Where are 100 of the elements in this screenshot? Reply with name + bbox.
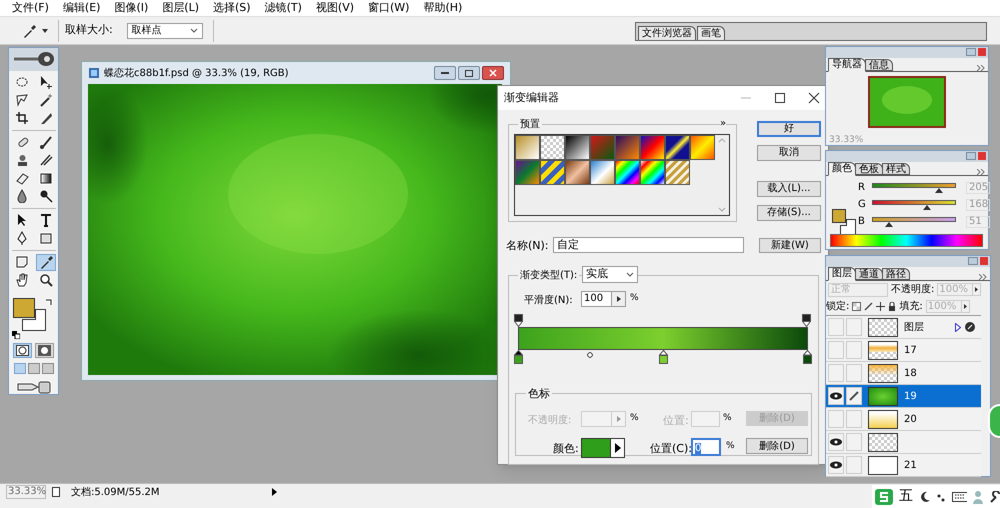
double-chevron-icon[interactable]: [979, 274, 987, 280]
stepper-button[interactable]: [960, 301, 969, 312]
gradient-preset-swatch[interactable]: [590, 160, 615, 185]
layer-row[interactable]: [826, 431, 981, 454]
slider-thumb[interactable]: [935, 188, 944, 193]
gradient-preset-swatch[interactable]: [640, 160, 665, 185]
standard-mode-icon[interactable]: [13, 342, 32, 358]
color-spectrum[interactable]: [830, 234, 983, 247]
menu-item[interactable]: 窗口(W): [368, 0, 410, 16]
channel-slider[interactable]: [872, 198, 956, 211]
palette-tab[interactable]: 画笔: [697, 26, 725, 40]
panel-tab[interactable]: 导航器: [828, 58, 866, 72]
double-chevron-icon[interactable]: [977, 169, 985, 175]
minimize-button[interactable]: [434, 66, 456, 80]
gradient-preview-bar[interactable]: [518, 327, 808, 350]
gradient-preset-swatch[interactable]: [590, 135, 615, 160]
stepper-button[interactable]: [972, 284, 980, 295]
link-toggle[interactable]: [846, 433, 862, 451]
link-toggle[interactable]: [846, 456, 862, 474]
dialog-button[interactable]: 存储(S)...: [757, 205, 821, 221]
layer-name[interactable]: 20: [904, 412, 917, 426]
gradient-preset-swatch[interactable]: [515, 135, 540, 160]
panel-tab[interactable]: 通道: [855, 268, 883, 280]
navigator-thumbnail[interactable]: [868, 76, 946, 128]
gradient-preset-swatch[interactable]: [665, 160, 690, 185]
layer-name[interactable]: 图层: [904, 320, 924, 334]
midpoint-diamond-icon[interactable]: [587, 352, 593, 358]
swap-icon[interactable]: [44, 296, 54, 306]
lock-icon[interactable]: [888, 302, 896, 311]
menu-item[interactable]: 滤镜(T): [264, 0, 302, 16]
default-colors-icon[interactable]: [12, 330, 20, 339]
gradient-preset-swatch[interactable]: [565, 135, 590, 160]
menu-item[interactable]: 帮助(H): [423, 0, 462, 16]
gradient-preset-swatch[interactable]: [615, 160, 640, 185]
layer-row[interactable]: 19: [826, 385, 981, 408]
opacity-field[interactable]: [581, 411, 626, 427]
panel-tab[interactable]: 信息: [865, 59, 893, 71]
close-button[interactable]: [482, 66, 504, 80]
eyedropper-icon[interactable]: [22, 22, 38, 38]
jump-to-icon[interactable]: [16, 378, 52, 394]
restore-button[interactable]: [458, 66, 480, 80]
slider-thumb[interactable]: [923, 205, 932, 210]
gradient-preset-swatch[interactable]: [565, 160, 590, 185]
visibility-toggle[interactable]: [828, 433, 844, 451]
color-swatch[interactable]: [582, 439, 610, 457]
input-method-logo-icon[interactable]: [874, 488, 893, 506]
moon-icon[interactable]: [919, 490, 930, 502]
layer-row[interactable]: 21: [826, 454, 981, 477]
link-toggle[interactable]: [846, 341, 862, 359]
menu-item[interactable]: 编辑(E): [62, 0, 100, 16]
gradient-preset-swatch[interactable]: [640, 135, 665, 160]
screen-mode-icon[interactable]: [28, 362, 40, 374]
opacity-stop[interactable]: [802, 314, 811, 327]
visibility-toggle[interactable]: [828, 318, 844, 336]
background-color-swatch[interactable]: [22, 308, 46, 331]
dialog-button[interactable]: 好: [757, 121, 821, 137]
menu-item[interactable]: 视图(V): [316, 0, 354, 16]
double-chevron-icon[interactable]: [977, 65, 985, 71]
slider-thumb[interactable]: [884, 222, 893, 227]
layer-name[interactable]: 17: [904, 342, 917, 358]
gradient-type-dropdown[interactable]: 实底: [582, 266, 638, 283]
layer-row[interactable]: 18: [826, 362, 981, 385]
wrench-icon[interactable]: [988, 490, 1000, 502]
foreground-color-swatch[interactable]: [832, 209, 846, 223]
panel-tab[interactable]: 路径: [882, 268, 910, 280]
color-stop[interactable]: [803, 350, 812, 364]
location-field[interactable]: [691, 411, 720, 427]
link-toggle[interactable]: [846, 410, 862, 428]
stepper-button[interactable]: [611, 292, 625, 306]
new-button[interactable]: 新建(W): [759, 238, 821, 253]
panel-tab[interactable]: 颜色: [828, 162, 856, 176]
play-icon[interactable]: [272, 488, 277, 496]
location-field[interactable]: 0: [691, 438, 721, 456]
gradient-preset-swatch[interactable]: [615, 135, 640, 160]
effects-icon[interactable]: [965, 322, 975, 332]
caret-icon[interactable]: [42, 28, 48, 32]
foreground-color-swatch[interactable]: [12, 298, 34, 318]
dialog-button[interactable]: 取消: [757, 145, 821, 161]
visibility-toggle[interactable]: [828, 456, 844, 474]
dialog-button[interactable]: 载入(L)...: [757, 181, 821, 197]
visibility-toggle[interactable]: [828, 410, 844, 428]
gradient-preset-swatch[interactable]: [665, 135, 690, 160]
eyedropper-icon[interactable]: [36, 254, 56, 271]
link-toggle[interactable]: [846, 364, 862, 382]
visibility-toggle[interactable]: [828, 387, 844, 405]
panel-tab[interactable]: 图层: [828, 267, 856, 281]
gradient-preset-swatch[interactable]: [515, 160, 540, 185]
gradient-preset-swatch[interactable]: [540, 135, 565, 160]
layer-row[interactable]: 20: [826, 408, 981, 431]
color-picker[interactable]: [581, 438, 625, 458]
name-field[interactable]: 自定: [553, 237, 744, 253]
color-stop[interactable]: [658, 350, 668, 364]
quick-mask-icon[interactable]: [35, 342, 54, 358]
layer-name[interactable]: 19: [904, 388, 917, 404]
channel-slider[interactable]: [872, 215, 956, 228]
palette-tab[interactable]: 文件浏览器: [638, 26, 696, 40]
visibility-toggle[interactable]: [828, 341, 844, 359]
layer-name[interactable]: 18: [904, 366, 917, 380]
smoothness-field[interactable]: 100: [581, 291, 626, 307]
color-stop[interactable]: [514, 350, 523, 364]
